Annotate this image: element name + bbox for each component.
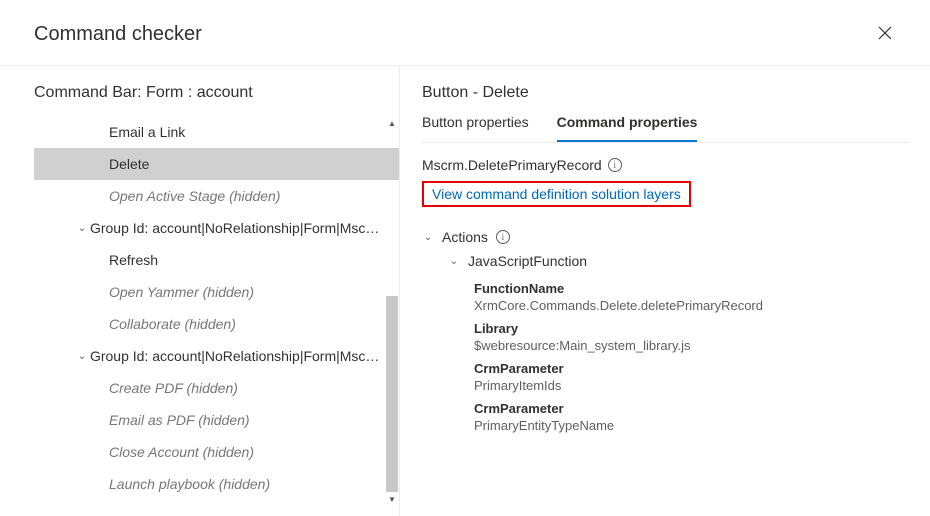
command-tree-viewport: Email a Link Delete Open Active Stage (hid… bbox=[34, 116, 399, 506]
tree-item-label: Launch playbook (hidden) bbox=[109, 476, 270, 492]
tree-item[interactable]: Open Active Stage (hidden) bbox=[34, 180, 399, 212]
tree-item[interactable]: Email as PDF (hidden) bbox=[34, 404, 399, 436]
chevron-down-icon: ⌄ bbox=[448, 256, 460, 267]
tree-item[interactable]: Open Yammer (hidden) bbox=[34, 276, 399, 308]
tree-item[interactable]: Delete bbox=[34, 148, 399, 180]
property-label: FunctionName bbox=[474, 281, 910, 296]
tree-item-label: Delete bbox=[109, 156, 149, 172]
command-bar-panel: Command Bar: Form : account Email a Link… bbox=[0, 66, 400, 516]
details-panel: Button - Delete Button properties Command… bbox=[400, 66, 930, 516]
view-solution-layers-link[interactable]: View command definition solution layers bbox=[432, 186, 681, 202]
tree-item-label: Open Active Stage (hidden) bbox=[109, 188, 280, 204]
dialog-body: Command Bar: Form : account Email a Link… bbox=[0, 66, 930, 516]
tree-item[interactable]: Close Account (hidden) bbox=[34, 436, 399, 468]
command-tree: Email a Link Delete Open Active Stage (hid… bbox=[34, 116, 399, 506]
tree-item-label: Email as PDF (hidden) bbox=[109, 412, 250, 428]
solution-layers-highlight: View command definition solution layers bbox=[422, 181, 691, 207]
command-name: Mscrm.DeletePrimaryRecord bbox=[422, 157, 602, 173]
tree-item-label: Open Yammer (hidden) bbox=[109, 284, 254, 300]
info-icon[interactable]: i bbox=[608, 158, 622, 172]
chevron-down-icon: ⌄ bbox=[422, 232, 434, 243]
chevron-down-icon: ⌄ bbox=[74, 223, 90, 234]
tree-item-label: Close Account (hidden) bbox=[109, 444, 254, 460]
tab[interactable]: Button properties bbox=[422, 114, 529, 142]
command-name-row: Mscrm.DeletePrimaryRecord i bbox=[422, 157, 910, 173]
tree-item-label: Group Id: account|NoRelationship|Form|Ms… bbox=[90, 220, 381, 236]
tree-item[interactable]: ⌄Group Id: account|NoRelationship|Form|M… bbox=[34, 212, 399, 244]
tree-item-label: Refresh bbox=[109, 252, 158, 268]
dialog-title: Command checker bbox=[34, 23, 202, 46]
property-label: Library bbox=[474, 321, 910, 336]
command-bar-title: Command Bar: Form : account bbox=[34, 84, 399, 102]
property: Library $webresource:Main_system_library.… bbox=[474, 321, 910, 353]
actions-section[interactable]: ⌄ Actions i bbox=[422, 225, 910, 249]
scroll-up-icon[interactable]: ▲ bbox=[385, 116, 399, 130]
tab[interactable]: Command properties bbox=[557, 114, 698, 142]
tree-item-label: Group Id: account|NoRelationship|Form|Ms… bbox=[90, 348, 381, 364]
chevron-down-icon: ⌄ bbox=[74, 351, 90, 362]
dialog-header: Command checker bbox=[0, 0, 930, 66]
tree-item[interactable]: ⌄Process bbox=[34, 500, 399, 506]
jsfunction-section[interactable]: ⌄ JavaScriptFunction bbox=[448, 249, 910, 273]
tree-item[interactable]: Refresh bbox=[34, 244, 399, 276]
tree-item[interactable]: Email a Link bbox=[34, 116, 399, 148]
scroll-down-icon[interactable]: ▼ bbox=[385, 492, 399, 506]
info-icon[interactable]: i bbox=[496, 230, 510, 244]
actions-label: Actions bbox=[442, 229, 488, 245]
property-value: XrmCore.Commands.Delete.deletePrimaryRec… bbox=[474, 298, 910, 313]
close-icon[interactable] bbox=[874, 20, 896, 49]
property: FunctionName XrmCore.Commands.Delete.dele… bbox=[474, 281, 910, 313]
tree-item-label: Email a Link bbox=[109, 124, 185, 140]
property-list: FunctionName XrmCore.Commands.Delete.dele… bbox=[422, 281, 910, 433]
tabs: Button properties Command properties bbox=[422, 114, 910, 143]
tree-item[interactable]: Collaborate (hidden) bbox=[34, 308, 399, 340]
property-value: PrimaryEntityTypeName bbox=[474, 418, 910, 433]
tree-item[interactable]: Launch playbook (hidden) bbox=[34, 468, 399, 500]
tree-item[interactable]: ⌄Group Id: account|NoRelationship|Form|M… bbox=[34, 340, 399, 372]
property-value: $webresource:Main_system_library.js bbox=[474, 338, 910, 353]
property-value: PrimaryItemIds bbox=[474, 378, 910, 393]
property: CrmParameter PrimaryEntityTypeName bbox=[474, 401, 910, 433]
jsfunction-label: JavaScriptFunction bbox=[468, 253, 587, 269]
tree-item-label: Create PDF (hidden) bbox=[109, 380, 238, 396]
tree-item[interactable]: Create PDF (hidden) bbox=[34, 372, 399, 404]
scrollbar[interactable]: ▲ ▼ bbox=[385, 116, 399, 506]
property-label: CrmParameter bbox=[474, 401, 910, 416]
button-title: Button - Delete bbox=[422, 84, 910, 102]
tree-item-label: Collaborate (hidden) bbox=[109, 316, 236, 332]
scroll-thumb[interactable] bbox=[386, 296, 398, 492]
property: CrmParameter PrimaryItemIds bbox=[474, 361, 910, 393]
solution-layers-row: View command definition solution layers bbox=[422, 181, 910, 207]
property-label: CrmParameter bbox=[474, 361, 910, 376]
